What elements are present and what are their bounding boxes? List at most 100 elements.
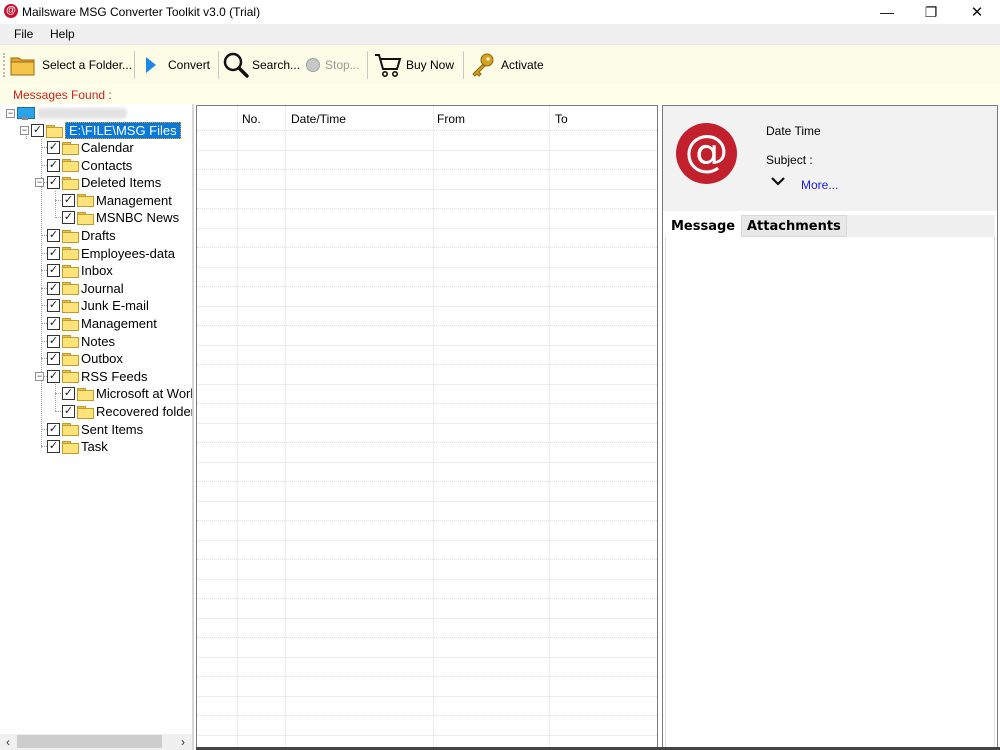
- tree-item[interactable]: − ✓ Deleted Items: [35, 174, 161, 191]
- tree-item[interactable]: ✓ Journal: [41, 280, 124, 297]
- checkbox[interactable]: ✓: [47, 317, 60, 330]
- folder-icon: [62, 440, 79, 454]
- preview-panel: @ Date Time Subject : More... Message At…: [662, 105, 998, 750]
- title-bar: @ Mailsware MSG Converter Toolkit v3.0 (…: [0, 0, 1000, 24]
- checkbox[interactable]: ✓: [47, 440, 60, 454]
- checkbox[interactable]: ✓: [47, 246, 60, 260]
- tree-item[interactable]: ✓ Calendar: [41, 139, 134, 156]
- tree-item[interactable]: ✓ Recovered folder: [55, 403, 194, 420]
- tree-item-label: RSS Feeds: [81, 368, 148, 384]
- minimize-button[interactable]: —: [864, 0, 910, 24]
- tree-connector: [55, 411, 61, 412]
- tree-item[interactable]: ✓ Task: [41, 438, 108, 455]
- scroll-right-arrow[interactable]: ›: [176, 735, 190, 749]
- tree-item[interactable]: ✓ Contacts: [41, 157, 132, 174]
- buy-now-button[interactable]: Buy Now: [374, 51, 454, 79]
- tree-connector: [55, 199, 61, 201]
- tab-message[interactable]: Message: [665, 215, 742, 237]
- row-divider: [197, 247, 657, 248]
- checkbox[interactable]: ✓: [47, 158, 60, 172]
- folder-icon: [62, 264, 79, 278]
- row-divider: [197, 500, 657, 502]
- scrollbar-thumb[interactable]: [17, 735, 162, 748]
- folder-icon: [62, 141, 79, 155]
- column-header-datetime[interactable]: Date/Time: [291, 112, 346, 126]
- row-divider: [197, 227, 657, 229]
- column-divider: [237, 106, 238, 750]
- row-divider: [197, 403, 657, 404]
- toolbar-grip: [3, 53, 5, 77]
- tree-item[interactable]: ✓ Drafts: [41, 227, 116, 244]
- tab-attachments[interactable]: Attachments: [741, 215, 847, 237]
- tree-connector: [41, 147, 47, 148]
- window-title: Mailsware MSG Converter Toolkit v3.0 (Tr…: [22, 5, 261, 19]
- folder-icon: [62, 352, 79, 366]
- collapse-icon[interactable]: −: [20, 126, 29, 135]
- column-header-no[interactable]: No.: [242, 112, 261, 126]
- checkbox[interactable]: ✓: [47, 334, 60, 348]
- search-button[interactable]: Search...: [222, 51, 300, 79]
- select-folder-label: Select a Folder...: [42, 58, 133, 72]
- maximize-button[interactable]: ❐: [908, 0, 954, 24]
- checkbox[interactable]: ✓: [47, 141, 60, 154]
- tree-item[interactable]: ✓ Management: [41, 315, 157, 332]
- menu-help[interactable]: Help: [50, 27, 75, 41]
- tree-item[interactable]: ✓ Outbox: [41, 350, 123, 367]
- tree-root[interactable]: −: [6, 105, 127, 122]
- scroll-left-arrow[interactable]: ‹: [1, 735, 15, 749]
- tree-item[interactable]: − ✓ RSS Feeds: [35, 368, 148, 385]
- more-link[interactable]: More...: [801, 178, 838, 192]
- tree-item-label: Recovered folder: [96, 404, 194, 419]
- tree-item-label: Management: [96, 192, 172, 208]
- row-divider: [197, 598, 657, 599]
- menu-file[interactable]: File: [14, 27, 33, 41]
- column-header-to[interactable]: To: [555, 112, 568, 126]
- collapse-icon[interactable]: −: [6, 109, 15, 118]
- convert-button[interactable]: Convert: [144, 51, 210, 79]
- chevron-down-icon[interactable]: [770, 174, 786, 190]
- checkbox[interactable]: ✓: [47, 422, 60, 436]
- folder-icon: [62, 423, 79, 437]
- tree-item[interactable]: ✓ Employees-data: [41, 245, 175, 262]
- convert-label: Convert: [168, 58, 211, 72]
- activate-button[interactable]: Activate: [470, 51, 544, 79]
- tree-connector: [41, 287, 47, 289]
- stop-button[interactable]: Stop...: [305, 51, 360, 79]
- row-divider: [197, 481, 657, 482]
- checkbox[interactable]: ✓: [31, 124, 44, 137]
- tree-item[interactable]: ✓ Sent Items: [41, 421, 144, 438]
- select-folder-button[interactable]: Select a Folder...: [10, 51, 132, 79]
- tree-item-msg-files[interactable]: − ✓ E:\FILE\MSG Files: [20, 122, 181, 139]
- collapse-icon[interactable]: −: [35, 178, 44, 188]
- checkbox[interactable]: ✓: [47, 281, 60, 295]
- tree-connector: [55, 217, 61, 219]
- tree-item[interactable]: ✓ Notes: [41, 333, 115, 350]
- checkbox[interactable]: ✓: [47, 264, 60, 278]
- tree-horizontal-scrollbar[interactable]: ‹ ›: [0, 734, 192, 750]
- tree-item[interactable]: ✓ Management: [55, 192, 172, 209]
- folder-icon: [10, 57, 35, 76]
- collapse-icon[interactable]: −: [35, 371, 44, 381]
- tree-item[interactable]: ✓ MSNBC News: [55, 209, 179, 226]
- checkbox[interactable]: ✓: [47, 352, 60, 366]
- row-divider: [197, 578, 657, 580]
- checkbox[interactable]: ✓: [47, 176, 60, 190]
- tree-item[interactable]: ✓ Inbox: [41, 262, 113, 279]
- checkbox[interactable]: ✓: [62, 405, 75, 418]
- row-divider: [197, 266, 657, 268]
- checkbox[interactable]: ✓: [62, 193, 75, 207]
- column-header-from[interactable]: From: [437, 112, 465, 126]
- checkbox[interactable]: ✓: [62, 211, 75, 225]
- tree-connector: [41, 340, 47, 342]
- checkbox[interactable]: ✓: [62, 387, 75, 401]
- tree-item-label: Sent Items: [81, 421, 144, 437]
- checkbox[interactable]: ✓: [47, 229, 60, 242]
- tree-item-label: E:\FILE\MSG Files: [65, 122, 181, 139]
- checkbox[interactable]: ✓: [47, 299, 60, 313]
- close-button[interactable]: ✕: [954, 0, 1000, 24]
- row-divider: [197, 364, 657, 365]
- tree-item-label: Employees-data: [81, 245, 175, 261]
- tree-item[interactable]: ✓ Junk E-mail: [41, 297, 149, 314]
- tree-item[interactable]: ✓ Microsoft at Work: [55, 385, 192, 402]
- checkbox[interactable]: ✓: [47, 369, 60, 383]
